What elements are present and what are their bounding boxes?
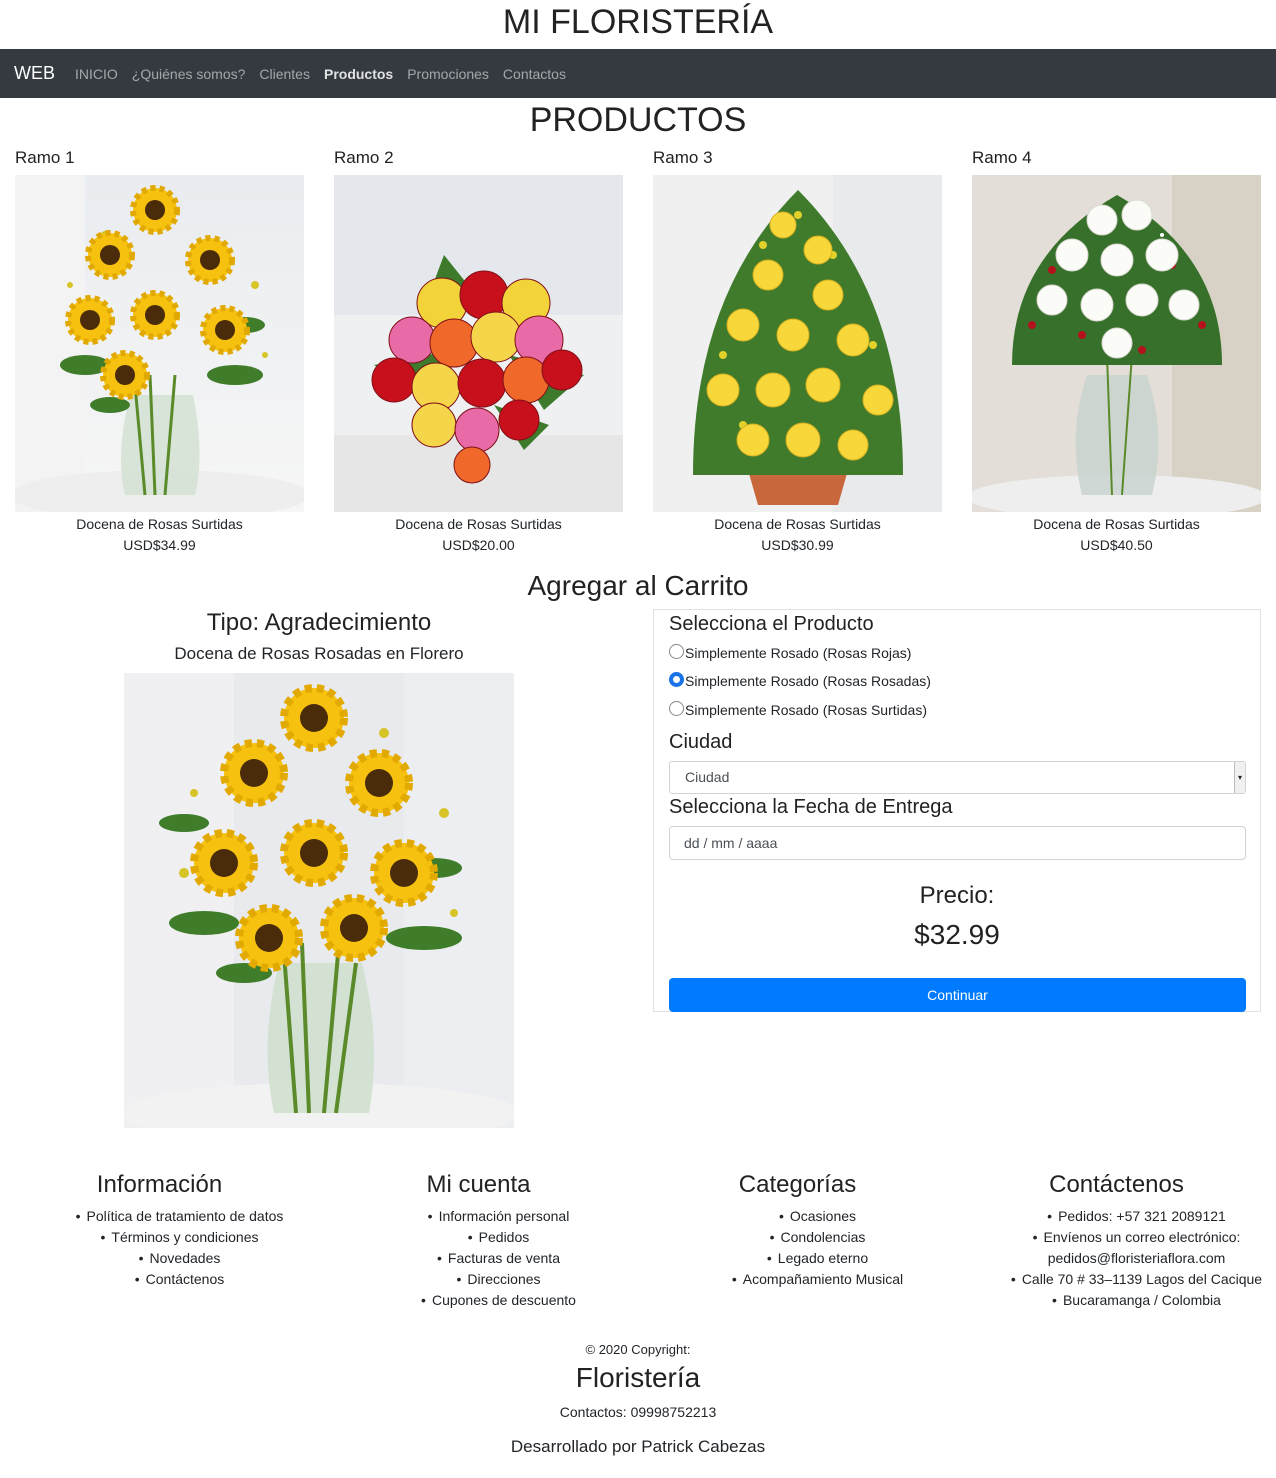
footer-info-column: Información Política de tratamiento de d… bbox=[0, 1171, 319, 1290]
city-label: Ciudad bbox=[669, 731, 733, 753]
footer-link[interactable]: Condolencias bbox=[638, 1227, 957, 1248]
site-title: MI FLORISTERÍA bbox=[502, 3, 774, 41]
product-name: Ramo 4 bbox=[972, 148, 1032, 167]
footer-account-column: Mi cuenta Información personal Pedidos F… bbox=[319, 1171, 638, 1311]
selected-product-image bbox=[124, 673, 514, 1128]
continue-button[interactable]: Continuar bbox=[669, 978, 1246, 1012]
nav-link-contactos[interactable]: Contactos bbox=[503, 66, 566, 82]
product-description: Docena de Rosas Surtidas bbox=[395, 516, 562, 532]
price-value: $32.99 bbox=[914, 919, 1000, 950]
product-card-1[interactable]: Ramo 1 Docena de Rosas Surtidas USD$34.9… bbox=[15, 147, 304, 556]
sunflower-bouquet-image[interactable] bbox=[15, 175, 304, 512]
footer-column-title: Categorías bbox=[738, 1171, 857, 1198]
radio-button-checked[interactable] bbox=[669, 671, 684, 687]
price-label: Precio: bbox=[919, 882, 995, 909]
product-price: USD$34.99 bbox=[123, 537, 196, 553]
radio-button[interactable] bbox=[669, 700, 684, 716]
city-select-value: Ciudad bbox=[685, 769, 730, 785]
footer-column-title: Información bbox=[96, 1171, 223, 1198]
select-product-label: Selecciona el Producto bbox=[669, 613, 874, 635]
footer-link[interactable]: Acompañamiento Musical bbox=[638, 1269, 957, 1290]
footer-link[interactable]: Ocasiones bbox=[638, 1206, 957, 1227]
product-price: USD$40.50 bbox=[1080, 537, 1153, 553]
product-card-2[interactable]: Ramo 2 Docena de Rosas Surtidas USD$20.0… bbox=[334, 147, 623, 556]
navbar: WEB INICIO ¿Quiénes somos? Clientes Prod… bbox=[0, 49, 1276, 98]
cart-title: Agregar al Carrito bbox=[527, 570, 749, 601]
nav-link-inicio[interactable]: INICIO bbox=[75, 66, 118, 82]
nav-link-promociones[interactable]: Promociones bbox=[407, 66, 489, 82]
product-description: Docena de Rosas Surtidas bbox=[76, 516, 243, 532]
product-name: Ramo 1 bbox=[15, 148, 75, 167]
footer-contact-city: Bucaramanga / Colombia bbox=[957, 1290, 1276, 1311]
nav-link-quienes-somos[interactable]: ¿Quiénes somos? bbox=[132, 66, 246, 82]
product-name: Ramo 2 bbox=[334, 148, 394, 167]
selected-product-panel: Tipo: Agradecimiento Docena de Rosas Ros… bbox=[14, 608, 624, 1128]
footer-link[interactable]: Legado eterno bbox=[638, 1248, 957, 1269]
city-select[interactable]: Ciudad ▾ bbox=[669, 761, 1246, 794]
footer-link[interactable]: Cupones de descuento bbox=[319, 1290, 638, 1311]
nav-link-clientes[interactable]: Clientes bbox=[259, 66, 310, 82]
footer-link[interactable]: Facturas de venta bbox=[319, 1248, 638, 1269]
footer-column-title: Mi cuenta bbox=[426, 1171, 531, 1198]
footer-developer: Desarrollado por Patrick Cabezas bbox=[510, 1437, 766, 1456]
chevron-down-icon[interactable]: ▾ bbox=[1234, 762, 1245, 793]
footer-contacts: Contactos: 09998752213 bbox=[559, 1404, 717, 1420]
copyright: © 2020 Copyright: bbox=[585, 1342, 691, 1357]
footer-link[interactable]: Política de tratamiento de datos bbox=[0, 1206, 319, 1227]
product-option-rosas-rosadas[interactable]: Simplemente Rosado (Rosas Rosadas) bbox=[669, 671, 931, 690]
nav-links: INICIO ¿Quiénes somos? Clientes Producto… bbox=[75, 66, 580, 82]
footer-contact-email[interactable]: pedidos@floristeriaflora.com bbox=[957, 1248, 1276, 1269]
white-roses-vase-image[interactable] bbox=[972, 175, 1261, 512]
product-card-3[interactable]: Ramo 3 Docena de Rosas Surtidas USD$30.9… bbox=[653, 147, 942, 556]
footer-contact-email-label: Envíenos un correo electrónico: bbox=[957, 1227, 1276, 1248]
footer-contact-phone: Pedidos: +57 321 2089121 bbox=[957, 1206, 1276, 1227]
footer-link[interactable]: Contáctenos bbox=[0, 1269, 319, 1290]
option-label: Simplemente Rosado (Rosas Rosadas) bbox=[685, 673, 931, 689]
yellow-roses-basket-image[interactable] bbox=[653, 175, 942, 512]
products-title: PRODUCTOS bbox=[529, 101, 747, 139]
footer-link[interactable]: Términos y condiciones bbox=[0, 1227, 319, 1248]
radio-button[interactable] bbox=[669, 643, 684, 659]
footer-brand: Floristería bbox=[575, 1362, 701, 1393]
product-type: Tipo: Agradecimiento bbox=[206, 609, 432, 636]
footer-link[interactable]: Información personal bbox=[319, 1206, 638, 1227]
product-card-4[interactable]: Ramo 4 Docena de Rosas Surtidas USD$40.5… bbox=[972, 147, 1261, 556]
option-label: Simplemente Rosado (Rosas Rojas) bbox=[685, 645, 912, 661]
product-price: USD$30.99 bbox=[761, 537, 834, 553]
nav-link-productos[interactable]: Productos bbox=[324, 66, 393, 82]
add-to-cart-form: Selecciona el Producto Simplemente Rosad… bbox=[653, 609, 1261, 1012]
footer-link[interactable]: Pedidos bbox=[319, 1227, 638, 1248]
product-description: Docena de Rosas Surtidas bbox=[714, 516, 881, 532]
navbar-brand[interactable]: WEB bbox=[14, 63, 55, 84]
product-price: USD$20.00 bbox=[442, 537, 515, 553]
footer-column-title: Contáctenos bbox=[1049, 1171, 1184, 1198]
mixed-roses-bouquet-image[interactable] bbox=[334, 175, 623, 512]
product-option-rosas-surtidas[interactable]: Simplemente Rosado (Rosas Surtidas) bbox=[669, 700, 927, 719]
selected-product-name: Docena de Rosas Rosadas en Florero bbox=[174, 644, 464, 663]
product-option-rosas-rojas[interactable]: Simplemente Rosado (Rosas Rojas) bbox=[669, 643, 912, 662]
delivery-date-input[interactable]: dd / mm / aaaa bbox=[669, 826, 1246, 860]
product-description: Docena de Rosas Surtidas bbox=[1033, 516, 1200, 532]
footer-link[interactable]: Novedades bbox=[0, 1248, 319, 1269]
delivery-date-label: Selecciona la Fecha de Entrega bbox=[669, 796, 953, 818]
product-name: Ramo 3 bbox=[653, 148, 713, 167]
footer-categories-column: Categorías Ocasiones Condolencias Legado… bbox=[638, 1171, 957, 1290]
footer-contact-address: Calle 70 # 33–1139 Lagos del Cacique bbox=[957, 1269, 1276, 1290]
footer-contact-column: Contáctenos Pedidos: +57 321 2089121 Env… bbox=[957, 1171, 1276, 1311]
footer-link[interactable]: Direcciones bbox=[319, 1269, 638, 1290]
option-label: Simplemente Rosado (Rosas Surtidas) bbox=[685, 702, 927, 718]
